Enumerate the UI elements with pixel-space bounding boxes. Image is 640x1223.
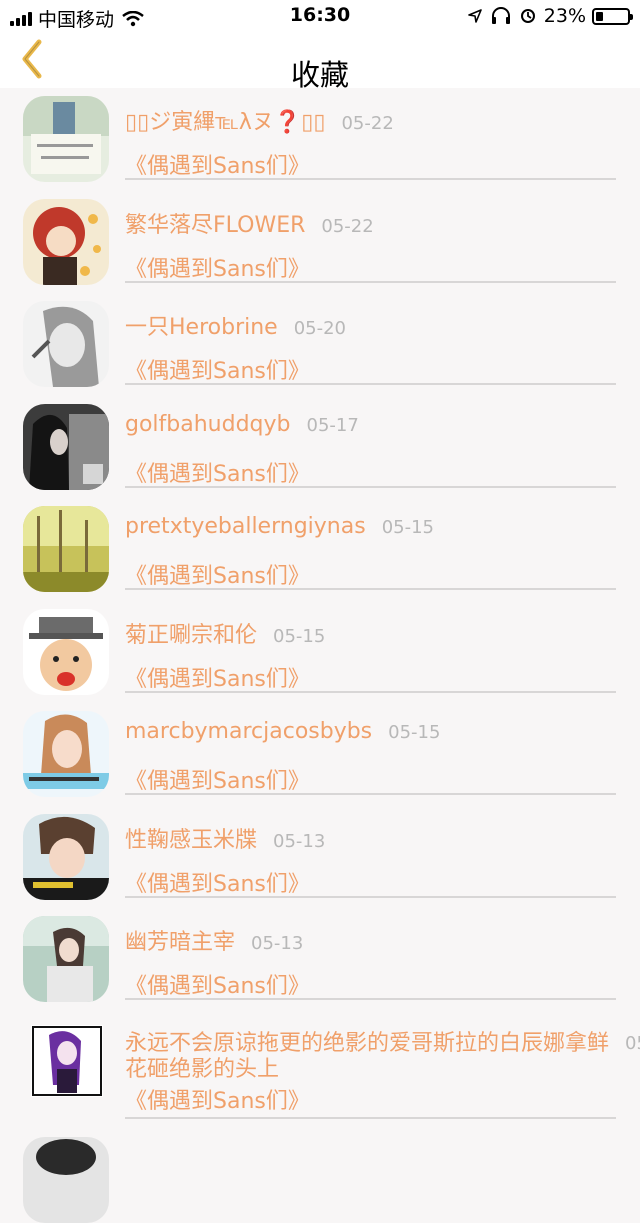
favorites-list: ▯▯ジ寅縪℡λヌ❓▯▯ 05-22 《偶遇到Sans们》 繁华落尽FLOWER 05… — [0, 88, 640, 1223]
alarm-icon — [520, 9, 535, 23]
list-item[interactable]: 繁华落尽FLOWER 05-22 《偶遇到Sans们》 — [0, 191, 640, 294]
list-item[interactable]: 永远不会原谅拖更的绝影的爱哥斯拉的白辰娜拿鲜花砸绝影的头上 05 《偶遇到Sans… — [0, 1011, 640, 1129]
divider — [125, 280, 616, 283]
story-title: 《偶遇到Sans们》 — [125, 666, 310, 692]
date-label: 05 — [625, 1032, 640, 1054]
story-title: 《偶遇到Sans们》 — [125, 359, 310, 384]
divider — [125, 178, 616, 180]
date-label: 05-20 — [293, 318, 347, 339]
username-text: 菊正唰宗和伦 — [125, 622, 258, 648]
username: 菊正唰宗和伦 05-15 — [125, 617, 325, 649]
date-label: 05-22 — [341, 113, 394, 134]
username-text: ▯▯ジ寅縪℡λヌ❓▯▯ — [125, 110, 326, 135]
username: golfbahuddqyb 05-17 — [125, 412, 359, 437]
username-text: pretxtyeballerngiynas — [125, 514, 366, 539]
avatar — [23, 506, 109, 592]
divider — [125, 793, 616, 795]
story-title: 《偶遇到Sans们》 — [125, 769, 310, 794]
list-item[interactable] — [0, 1129, 640, 1223]
username-text: 性鞠感玉米牒 — [125, 827, 258, 853]
battery-icon — [592, 7, 633, 25]
avatar — [23, 301, 109, 387]
story-title: 《偶遇到Sans们》 — [125, 1088, 310, 1114]
list-item[interactable]: 一只Herobrine 05-20 《偶遇到Sans们》 — [0, 293, 640, 396]
avatar — [31, 1024, 103, 1097]
list-item[interactable]: golfbahuddqyb 05-17 《偶遇到Sans们》 — [0, 396, 640, 499]
divider — [125, 998, 616, 1000]
username-text: 幽芳暗主宰 — [125, 930, 236, 955]
username: pretxtyeballerngiynas 05-15 — [125, 514, 434, 539]
story-title: 《偶遇到Sans们》 — [125, 461, 310, 487]
username: 永远不会原谅拖更的绝影的爱哥斯拉的白辰娜拿鲜花砸绝影的头上 05 — [125, 1030, 640, 1083]
status-right: 23% — [467, 5, 633, 27]
username: 性鞠感玉米牒 05-13 — [125, 822, 325, 854]
location-icon — [467, 9, 482, 23]
nav-bar: 收藏 — [0, 32, 640, 92]
battery-percent: 23% — [543, 5, 586, 27]
date-label: 05-15 — [381, 517, 434, 538]
username-text: 一只Herobrine — [125, 315, 278, 340]
username-text: 繁华落尽FLOWER — [125, 212, 306, 238]
story-title: 《偶遇到Sans们》 — [125, 564, 310, 589]
avatar — [23, 198, 109, 285]
username: 繁华落尽FLOWER 05-22 — [125, 207, 374, 239]
username: 一只Herobrine 05-20 — [125, 309, 346, 341]
list-item[interactable]: 性鞠感玉米牒 05-13 《偶遇到Sans们》 — [0, 806, 640, 909]
avatar — [23, 916, 109, 1002]
divider — [125, 485, 616, 488]
story-title: 《偶遇到Sans们》 — [125, 256, 310, 282]
date-label: 05-13 — [251, 933, 304, 954]
status-bar: 中国移动 16:30 23% — [0, 0, 640, 32]
divider — [125, 1116, 616, 1119]
date-label: 05-15 — [388, 722, 441, 743]
list-item[interactable]: pretxtyeballerngiynas 05-15 《偶遇到Sans们》 — [0, 498, 640, 601]
list-item[interactable]: marcbymarcjacosbybs 05-15 《偶遇到Sans们》 — [0, 703, 640, 806]
divider — [125, 895, 616, 898]
date-label: 05-22 — [321, 215, 374, 237]
headphones-icon — [491, 7, 510, 24]
avatar — [23, 711, 109, 797]
divider — [125, 588, 616, 590]
date-label: 05-13 — [273, 830, 326, 852]
avatar — [23, 1136, 109, 1223]
avatar — [23, 813, 109, 900]
avatar — [23, 608, 109, 695]
username-text: 永远不会原谅拖更的绝影的爱哥斯拉的白辰娜拿鲜花砸绝影的头上 — [125, 1030, 610, 1082]
divider — [125, 383, 616, 385]
story-title: 《偶遇到Sans们》 — [125, 974, 310, 999]
date-label: 05-15 — [273, 625, 326, 647]
username-text: marcbymarcjacosbybs — [125, 719, 373, 744]
username: marcbymarcjacosbybs 05-15 — [125, 719, 440, 744]
username-text: golfbahuddqyb — [125, 411, 291, 437]
date-label: 05-17 — [306, 414, 359, 436]
username: ▯▯ジ寅縪℡λヌ❓▯▯ 05-22 — [125, 104, 394, 136]
username: 幽芳暗主宰 05-13 — [125, 924, 303, 956]
avatar — [23, 96, 109, 182]
list-item[interactable]: 幽芳暗主宰 05-13 《偶遇到Sans们》 — [0, 908, 640, 1011]
list-item[interactable]: 菊正唰宗和伦 05-15 《偶遇到Sans们》 — [0, 601, 640, 704]
story-title: 《偶遇到Sans们》 — [125, 154, 310, 179]
list-item[interactable]: ▯▯ジ寅縪℡λヌ❓▯▯ 05-22 《偶遇到Sans们》 — [0, 88, 640, 191]
avatar — [23, 403, 109, 490]
divider — [125, 690, 616, 693]
story-title: 《偶遇到Sans们》 — [125, 871, 310, 897]
